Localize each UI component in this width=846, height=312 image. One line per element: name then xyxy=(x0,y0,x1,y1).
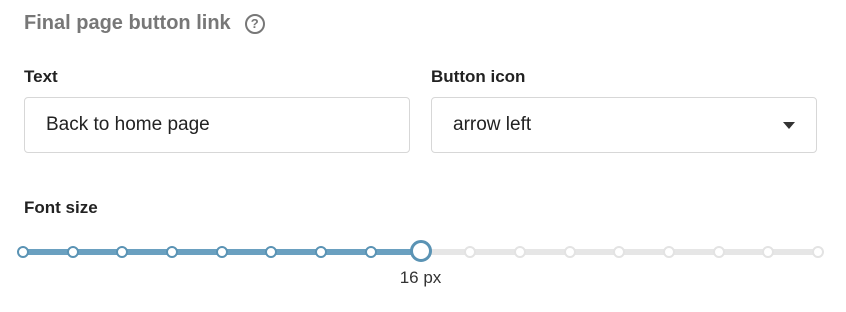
slider-step-dot[interactable] xyxy=(116,246,129,258)
slider-step-dot[interactable] xyxy=(812,246,824,258)
slider-step-dot[interactable] xyxy=(265,246,278,258)
slider-handle[interactable] xyxy=(409,240,432,262)
text-field-label: Text xyxy=(24,67,58,86)
slider-step-dot[interactable] xyxy=(17,246,29,258)
slider-step-dot[interactable] xyxy=(166,246,179,258)
slider-step-dot[interactable] xyxy=(712,246,725,258)
font-size-value-label: 16 px xyxy=(399,268,442,287)
font-size-label: Font size xyxy=(24,198,98,217)
slider-step-dot[interactable] xyxy=(563,246,576,258)
caret-down-icon[interactable] xyxy=(783,121,795,129)
text-input[interactable]: Back to home page xyxy=(24,97,410,153)
slider-step-dot[interactable] xyxy=(613,246,626,258)
section-title-text: Final page button link xyxy=(24,12,231,34)
slider-step-dot[interactable] xyxy=(215,246,228,258)
help-glyph: ? xyxy=(250,16,259,31)
question-circle-icon[interactable]: ? xyxy=(244,13,265,34)
button-icon-select[interactable]: arrow left xyxy=(431,97,817,153)
slider-step-dot[interactable] xyxy=(315,246,328,258)
slider-step-dot[interactable] xyxy=(762,246,775,258)
text-input-value: Back to home page xyxy=(46,114,210,135)
font-size-slider[interactable]: 16 px xyxy=(0,230,846,300)
slider-step-dot[interactable] xyxy=(662,246,675,258)
slider-step-dot[interactable] xyxy=(513,246,526,258)
final-page-button-link-panel: Final page button link ? Text Back to ho… xyxy=(0,0,846,312)
slider-step-dot[interactable] xyxy=(464,246,477,258)
slider-step-dot[interactable] xyxy=(364,246,377,258)
button-icon-selected-value: arrow left xyxy=(453,114,532,135)
button-icon-label: Button icon xyxy=(431,67,526,86)
slider-step-dot[interactable] xyxy=(66,246,79,258)
section-title: Final page button link ? xyxy=(24,12,265,35)
